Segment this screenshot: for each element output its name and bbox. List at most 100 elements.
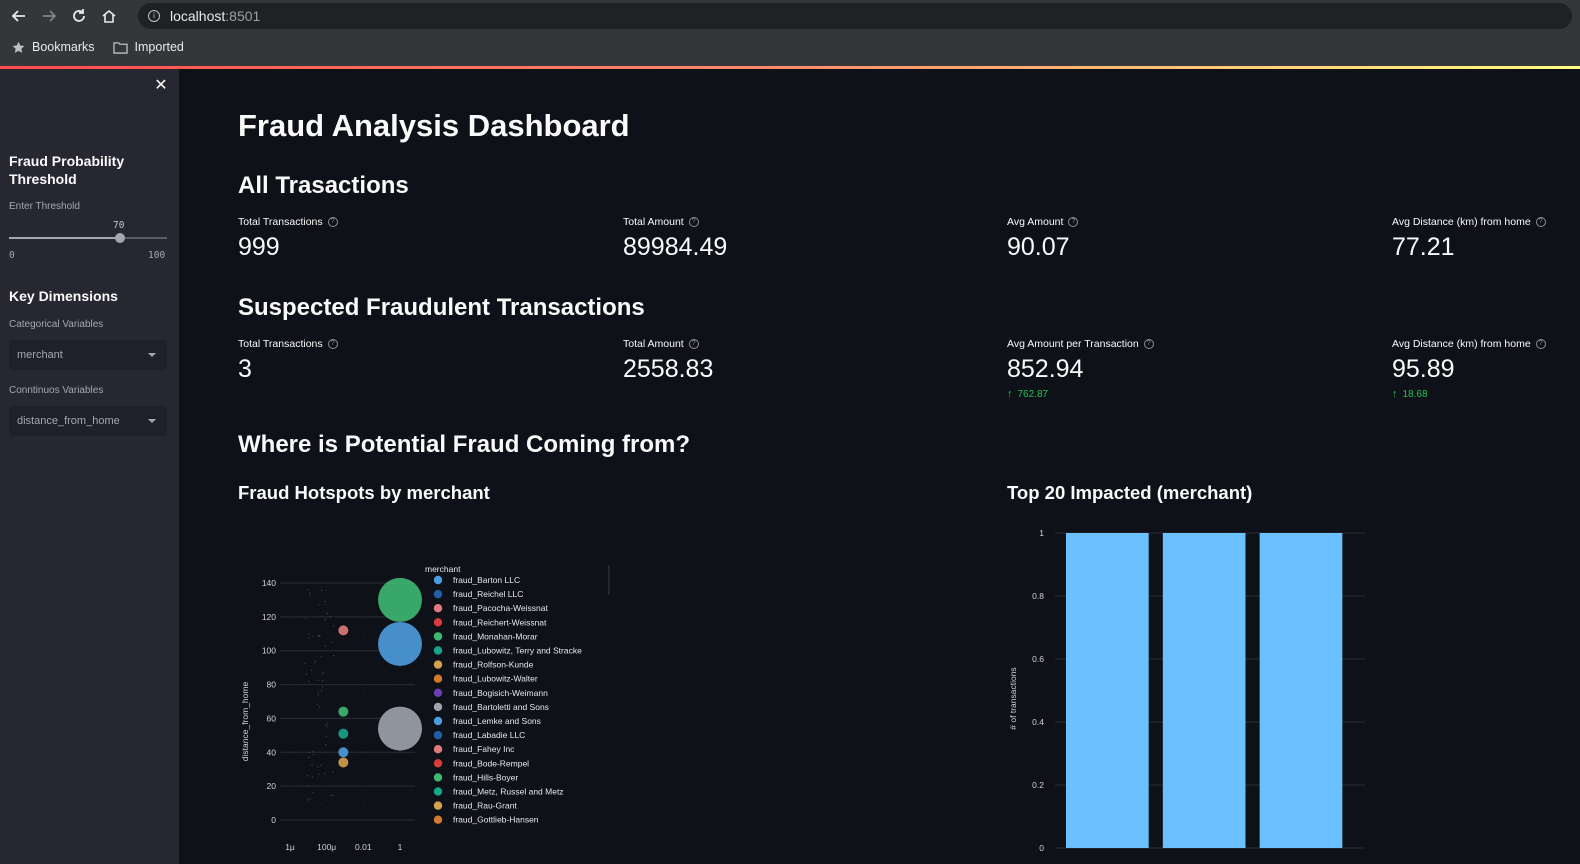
help-icon[interactable]: ?: [1068, 217, 1079, 227]
y-tick-label: 20: [267, 781, 277, 791]
fraud-hotspots-chart: 0 20 40 60 80 100 120 140 1μ 100μ 0.01 1 distance_fr…: [240, 564, 610, 852]
legend-swatch: [433, 618, 443, 627]
scatter-point-faint: [317, 694, 319, 696]
scatter-point-faint: [307, 799, 309, 801]
metric-label: Avg Amount: [1007, 216, 1064, 228]
scatter-point-faint: [307, 637, 310, 639]
legend-item: fraud_Monahan-Morar: [453, 631, 538, 641]
metric-label: Total Transactions: [238, 216, 323, 228]
scatter-point-faint: [332, 771, 334, 773]
threshold-slider[interactable]: [9, 233, 167, 243]
scatter-point-faint: [324, 645, 326, 647]
home-icon[interactable]: [98, 5, 120, 27]
legend-swatch: [433, 716, 443, 726]
metric-delta: ↑ 762.87: [1007, 388, 1154, 400]
scatter-point-faint: [319, 706, 321, 708]
help-icon[interactable]: ?: [327, 339, 338, 349]
slider-value: 70: [113, 220, 125, 231]
back-icon[interactable]: [8, 5, 30, 27]
y-tick-label: 1: [1039, 528, 1044, 538]
scatter-point-faint: [308, 632, 310, 635]
scatter-point-faint: [322, 686, 324, 688]
y-axis-label: distance_from_home: [240, 682, 250, 762]
legend-swatch: [433, 702, 443, 712]
scatter-point-faint: [324, 601, 326, 603]
bar: [1259, 533, 1343, 848]
metric-label: Total Amount: [623, 216, 684, 228]
legend-swatch: [433, 773, 443, 782]
top20-heading: Top 20 Impacted (merchant): [1007, 482, 1253, 503]
help-icon[interactable]: ?: [1535, 339, 1546, 349]
scatter-point-faint: [331, 641, 333, 643]
legend-item: fraud_Gottlieb-Hansen: [453, 815, 539, 825]
address-bar[interactable]: i localhost:8501: [138, 3, 1572, 29]
scatter-point-faint: [308, 680, 310, 682]
help-icon[interactable]: ?: [688, 217, 699, 227]
slider-thumb[interactable]: [114, 233, 125, 243]
site-info-icon[interactable]: i: [148, 10, 160, 22]
scatter-point-faint: [322, 671, 324, 673]
metric-label: Avg Distance (km) from home: [1392, 216, 1531, 228]
scatter-point-faint: [327, 726, 329, 728]
legend-swatch: [433, 787, 443, 796]
bubble-point: [338, 757, 349, 768]
metric-fraud-avg-amount: Avg Amount per Transaction? 852.94 ↑ 762.…: [1007, 338, 1154, 400]
key-dimensions-heading: Key Dimensions: [9, 288, 118, 304]
bubble-point: [378, 621, 422, 666]
threshold-heading: Fraud Probability Threshold: [9, 153, 125, 187]
legend-swatch: [433, 759, 443, 768]
legend-swatch: [433, 801, 443, 810]
x-tick-label: 1: [398, 842, 403, 852]
y-tick-label: 0: [271, 815, 276, 825]
star-icon: [12, 41, 25, 53]
categorical-select[interactable]: merchant: [9, 340, 167, 370]
y-tick-label: 40: [267, 747, 277, 757]
y-tick-label: 140: [262, 578, 276, 588]
forward-icon[interactable]: [38, 5, 60, 27]
help-icon[interactable]: ?: [1143, 339, 1154, 349]
bar: [1066, 533, 1149, 848]
bubble-point: [338, 706, 349, 717]
y-tick-label: 0.2: [1032, 780, 1044, 790]
bookmark-label: Imported: [134, 40, 184, 54]
help-icon[interactable]: ?: [327, 217, 338, 227]
legend-item: fraud_Reichel LLC: [453, 589, 523, 599]
close-sidebar-icon[interactable]: ✕: [154, 78, 168, 94]
reload-icon[interactable]: [68, 5, 90, 27]
metric-fraud-total-transactions: Total Transactions? 3: [238, 338, 338, 384]
scatter-point-faint: [309, 752, 311, 754]
metric-label: Total Transactions: [238, 338, 323, 350]
fraud-transactions-heading: Suspected Fraudulent Transactions: [238, 294, 645, 321]
continuous-value: distance_from_home: [17, 415, 120, 427]
bookmark-bookmarks[interactable]: Bookmarks: [12, 40, 95, 54]
help-icon[interactable]: ?: [1535, 217, 1546, 227]
help-icon[interactable]: ?: [688, 339, 699, 349]
metric-value: 90.07: [1007, 233, 1070, 261]
legend-item: fraud_Hills-Boyer: [453, 772, 518, 782]
x-tick-label: 1μ: [285, 842, 295, 852]
legend-item: fraud_Metz, Russel and Metz: [453, 787, 564, 797]
y-tick-label: 0.8: [1032, 591, 1044, 601]
threshold-label: Enter Threshold: [9, 201, 80, 212]
metric-fraud-total-amount: Total Amount? 2558.83: [623, 338, 713, 384]
scatter-point-faint: [332, 794, 334, 797]
y-tick-label: 0.4: [1032, 717, 1044, 727]
y-tick-label: 0.6: [1032, 654, 1044, 664]
y-tick-label: 100: [262, 646, 276, 656]
scatter-point-faint: [324, 773, 326, 775]
scatter-point-faint: [320, 656, 323, 658]
continuous-select[interactable]: distance_from_home: [9, 406, 167, 436]
legend-swatch: [433, 646, 443, 655]
scatter-point-faint: [321, 589, 323, 591]
legend-title: merchant: [425, 564, 461, 574]
legend-item: fraud_Lubowitz, Terry and Stracke: [453, 646, 582, 656]
bar: [1162, 533, 1246, 848]
scatter-point-faint: [329, 615, 331, 618]
scatter-point-faint: [312, 750, 314, 752]
legend-swatch: [433, 575, 443, 585]
scatter-point-faint: [306, 588, 309, 591]
arrow-up-icon: ↑: [1007, 388, 1013, 400]
legend-swatch: [433, 674, 443, 683]
bookmark-imported[interactable]: Imported: [112, 40, 184, 54]
legend-item: fraud_Rolfson-Kunde: [453, 660, 534, 670]
